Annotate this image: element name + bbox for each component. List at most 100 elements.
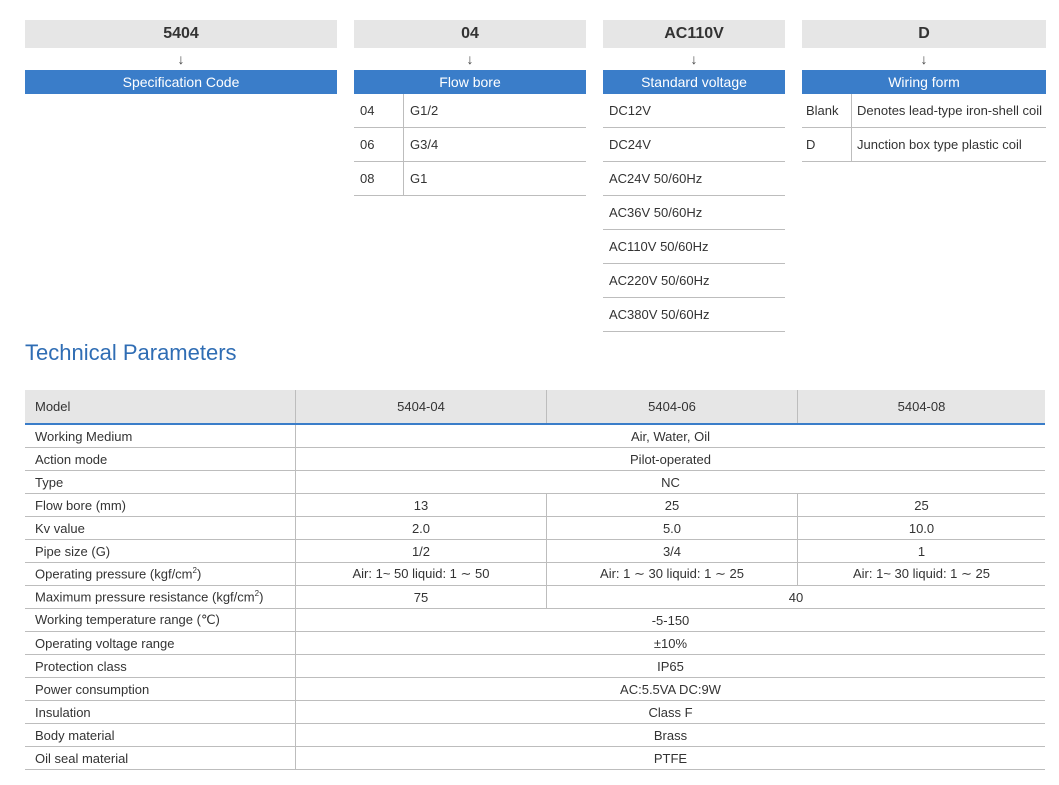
label-end: )	[196, 566, 202, 582]
down-arrow-icon: ↓	[920, 51, 928, 67]
row-value: NC	[295, 470, 1045, 494]
row-label: Working Medium	[25, 424, 296, 448]
down-arrow-icon: ↓	[690, 51, 698, 67]
wiring-code: D	[802, 20, 1046, 48]
header-model-3: 5404-08	[797, 390, 1045, 425]
row-label: Power consumption	[25, 677, 296, 701]
wiring-column: D ↓ Wiring form Blank Denotes lead-type …	[802, 20, 1046, 162]
table-header-row: Model 5404-04 5404-06 5404-08	[25, 390, 1045, 425]
row-value: 1	[797, 539, 1045, 563]
table-row: Protection class IP65	[25, 654, 1045, 678]
option-value: G1/2	[410, 103, 439, 118]
row-value: 13	[295, 493, 547, 517]
table-row: Type NC	[25, 470, 1045, 494]
down-arrow-icon: ↓	[177, 51, 185, 67]
header-model-label: Model	[25, 390, 296, 425]
list-item: DC12V	[603, 94, 785, 128]
row-label: Operating pressure (kgf/cm2)	[25, 562, 296, 586]
table-row: Operating pressure (kgf/cm2) Air: 1~ 50 …	[25, 562, 1045, 586]
label-end: )	[259, 589, 264, 605]
row-value: 2.0	[295, 516, 547, 540]
row-value: Air: 1~ 30 liquid: 1 ∼ 25	[797, 562, 1045, 586]
table-row: Pipe size (G) 1/2 3/4 1	[25, 539, 1045, 563]
list-item: Blank Denotes lead-type iron-shell coil	[802, 94, 1046, 128]
row-value: 25	[546, 493, 798, 517]
row-label: Operating voltage range	[25, 631, 296, 655]
table-row: Oil seal material PTFE	[25, 746, 1045, 770]
table-row: Power consumption AC:5.5VA DC:9W	[25, 677, 1045, 701]
option-value: Denotes lead-type iron-shell coil	[857, 102, 1042, 118]
row-value: ±10%	[295, 631, 1045, 655]
row-label: Oil seal material	[25, 746, 296, 770]
table-row: Working temperature range (℃) -5-150	[25, 608, 1045, 632]
row-label: Action mode	[25, 447, 296, 471]
flow-bore-column: 04 ↓ Flow bore 04 G1/2 06 G3/4 08 G1	[354, 20, 586, 196]
list-item: AC380V 50/60Hz	[603, 298, 785, 332]
option-value: G3/4	[410, 137, 439, 152]
list-item: AC110V 50/60Hz	[603, 230, 785, 264]
spec-code-heading: Specification Code	[25, 70, 337, 94]
row-value: Air, Water, Oil	[295, 424, 1045, 448]
list-item: AC36V 50/60Hz	[603, 196, 785, 230]
row-value: 1/2	[295, 539, 547, 563]
list-item: 06 G3/4	[354, 128, 586, 162]
section-title: Technical Parameters	[25, 340, 237, 365]
table-row: Insulation Class F	[25, 700, 1045, 724]
spec-code-value: 5404	[25, 20, 337, 48]
wiring-heading: Wiring form	[802, 70, 1046, 94]
row-value: 40	[546, 585, 1045, 609]
row-label: Flow bore (mm)	[25, 493, 296, 517]
voltage-heading: Standard voltage	[603, 70, 785, 94]
table-row: Action mode Pilot-operated	[25, 447, 1045, 471]
label-text: Maximum pressure resistance (kgf/cm	[35, 589, 255, 605]
label-text: Operating pressure (kgf/cm	[35, 566, 193, 582]
row-value: 10.0	[797, 516, 1045, 540]
row-value: Pilot-operated	[295, 447, 1045, 471]
option-value: G1	[410, 171, 428, 186]
option-key: D	[802, 128, 852, 161]
list-item: D Junction box type plastic coil	[802, 128, 1046, 162]
row-value: IP65	[295, 654, 1045, 678]
list-item: AC220V 50/60Hz	[603, 264, 785, 298]
row-label: Working temperature range (℃)	[25, 608, 296, 632]
list-item: 08 G1	[354, 162, 586, 196]
row-value: Air: 1 ∼ 30 liquid: 1 ∼ 25	[546, 562, 798, 586]
row-value: 3/4	[546, 539, 798, 563]
option-key: 08	[354, 162, 404, 195]
list-item: AC24V 50/60Hz	[603, 162, 785, 196]
table-row: Operating voltage range ±10%	[25, 631, 1045, 655]
row-label: Maximum pressure resistance (kgf/cm2)	[25, 585, 296, 609]
option-key: 06	[354, 128, 404, 161]
table-row: Body material Brass	[25, 723, 1045, 747]
voltage-column: AC110V ↓ Standard voltage DC12V DC24V AC…	[603, 20, 785, 332]
table-row: Kv value 2.0 5.0 10.0	[25, 516, 1045, 540]
row-value: 75	[295, 585, 547, 609]
row-label: Protection class	[25, 654, 296, 678]
table-row: Flow bore (mm) 13 25 25	[25, 493, 1045, 517]
option-key: 04	[354, 94, 404, 127]
row-value: Class F	[295, 700, 1045, 724]
header-model-2: 5404-06	[546, 390, 798, 425]
table-row: Working Medium Air, Water, Oil	[25, 424, 1045, 448]
option-key: Blank	[802, 94, 852, 127]
row-value: -5-150	[295, 608, 1045, 632]
row-value: PTFE	[295, 746, 1045, 770]
down-arrow-icon: ↓	[466, 51, 474, 67]
row-label: Insulation	[25, 700, 296, 724]
list-item: 04 G1/2	[354, 94, 586, 128]
technical-parameters-table: Model 5404-04 5404-06 5404-08 Working Me…	[25, 390, 1045, 770]
header-model-1: 5404-04	[295, 390, 547, 425]
table-row: Maximum pressure resistance (kgf/cm2) 75…	[25, 585, 1045, 609]
row-value: Brass	[295, 723, 1045, 747]
flow-bore-heading: Flow bore	[354, 70, 586, 94]
row-label: Body material	[25, 723, 296, 747]
flow-bore-code: 04	[354, 20, 586, 48]
voltage-code: AC110V	[603, 20, 785, 48]
list-item: DC24V	[603, 128, 785, 162]
row-label: Pipe size (G)	[25, 539, 296, 563]
row-value: 5.0	[546, 516, 798, 540]
row-value: 25	[797, 493, 1045, 517]
row-value: AC:5.5VA DC:9W	[295, 677, 1045, 701]
row-value: Air: 1~ 50 liquid: 1 ∼ 50	[295, 562, 547, 586]
row-label: Kv value	[25, 516, 296, 540]
